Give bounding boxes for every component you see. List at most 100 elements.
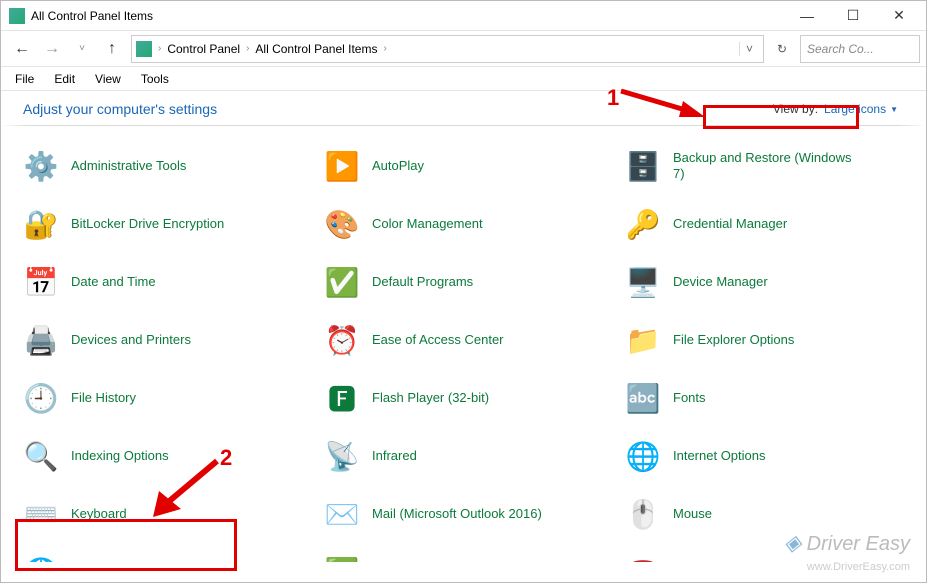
- cp-item-phone-and-modem[interactable]: ☎️Phone and Modem: [621, 550, 916, 562]
- menu-bar: File Edit View Tools: [1, 67, 926, 91]
- menu-file[interactable]: File: [5, 72, 44, 86]
- cp-item-label: Keyboard: [71, 506, 127, 522]
- date-and-time-icon: 📅: [23, 264, 59, 300]
- nvidia-control-panel-icon: 🟩: [324, 554, 360, 562]
- cp-item-mail-microsoft-outlook-2016[interactable]: ✉️ Mail (Microsoft Outlook 2016): [320, 492, 615, 536]
- cp-item-label: Color Management: [372, 216, 483, 232]
- ease-of-access-center-icon: ⏰: [324, 322, 360, 358]
- cp-item-nvidia-control-panel[interactable]: 🟩NVIDIA Control Panel: [320, 550, 615, 562]
- cp-item-label: Indexing Options: [71, 448, 169, 464]
- view-by-label: View by:: [773, 102, 818, 116]
- cp-item-color-management[interactable]: 🎨 Color Management: [320, 202, 615, 246]
- breadcrumb-sep[interactable]: ›: [156, 43, 163, 54]
- cp-item-ease-of-access-center[interactable]: ⏰ Ease of Access Center: [320, 318, 615, 362]
- forward-button[interactable]: →: [37, 34, 67, 64]
- cp-item-flash-player-32-bit[interactable]: 🅵Flash Player (32-bit): [320, 376, 615, 420]
- up-button[interactable]: ↑: [97, 34, 127, 64]
- control-panel-icon: [9, 8, 25, 24]
- title-bar: All Control Panel Items — ☐ ✕: [1, 1, 926, 31]
- view-by-value: Large icons: [824, 102, 886, 116]
- color-management-icon: 🎨: [324, 206, 360, 242]
- bitlocker-drive-encryption-icon: 🔐: [23, 206, 59, 242]
- menu-tools[interactable]: Tools: [131, 72, 179, 86]
- page-heading: Adjust your computer's settings: [23, 101, 767, 117]
- fonts-icon: 🔤: [625, 380, 661, 416]
- minimize-button[interactable]: —: [784, 1, 830, 31]
- mail-microsoft-outlook-2016-icon: ✉️: [324, 496, 360, 532]
- close-button[interactable]: ✕: [876, 1, 922, 31]
- default-programs-icon: ✅: [324, 264, 360, 300]
- recent-locations-button[interactable]: ˅: [67, 34, 97, 64]
- view-by-selector[interactable]: View by: Large icons ▼: [767, 101, 904, 117]
- cp-item-label: Device Manager: [673, 274, 768, 290]
- cp-item-devices-and-printers[interactable]: 🖨️ Devices and Printers: [19, 318, 314, 362]
- nav-bar: ← → ˅ ↑ › Control Panel › All Control Pa…: [1, 31, 926, 67]
- address-dropdown-button[interactable]: ˅: [739, 42, 759, 56]
- menu-edit[interactable]: Edit: [44, 72, 85, 86]
- cp-item-label: Mail (Microsoft Outlook 2016): [372, 506, 542, 522]
- cp-item-credential-manager[interactable]: 🔑 Credential Manager: [621, 202, 916, 246]
- backup-and-restore-windows-7-icon: 🗄️: [625, 148, 661, 184]
- cp-item-infrared[interactable]: 📡 Infrared: [320, 434, 615, 478]
- keyboard-icon: ⌨️: [23, 496, 59, 532]
- flash-player-32-bit-icon: 🅵: [324, 380, 360, 416]
- cp-item-label: Default Programs: [372, 274, 473, 290]
- breadcrumb-control-panel[interactable]: Control Panel: [163, 42, 244, 56]
- cp-item-network-and-sharing-center[interactable]: 🌐Network and Sharing Center: [19, 550, 314, 562]
- cp-item-label: BitLocker Drive Encryption: [71, 216, 224, 232]
- administrative-tools-icon: ⚙️: [23, 148, 59, 184]
- address-bar[interactable]: › Control Panel › All Control Panel Item…: [131, 35, 764, 63]
- autoplay-icon: ▶️: [324, 148, 360, 184]
- search-input[interactable]: Search Co...: [800, 35, 920, 63]
- cp-item-device-manager[interactable]: 🖥️ Device Manager: [621, 260, 916, 304]
- indexing-options-icon: 🔍: [23, 438, 59, 474]
- content-area: ⚙️ Administrative Tools ▶️ AutoPlay 🗄️ Backup…: [1, 126, 926, 562]
- maximize-button[interactable]: ☐: [830, 1, 876, 31]
- cp-item-file-history[interactable]: 🕘 File History: [19, 376, 314, 420]
- refresh-button[interactable]: ↻: [768, 35, 796, 63]
- cp-item-label: File Explorer Options: [673, 332, 794, 348]
- network-and-sharing-center-icon: 🌐: [23, 554, 59, 562]
- cp-item-bitlocker-drive-encryption[interactable]: 🔐 BitLocker Drive Encryption: [19, 202, 314, 246]
- cp-item-mouse[interactable]: 🖱️ Mouse: [621, 492, 916, 536]
- cp-item-keyboard[interactable]: ⌨️ Keyboard: [19, 492, 314, 536]
- credential-manager-icon: 🔑: [625, 206, 661, 242]
- internet-options-icon: 🌐: [625, 438, 661, 474]
- cp-item-label: Infrared: [372, 448, 417, 464]
- breadcrumb-sep[interactable]: ›: [244, 43, 251, 54]
- search-placeholder: Search Co...: [807, 42, 874, 56]
- cp-item-label: Fonts: [673, 390, 706, 406]
- cp-item-label: Internet Options: [673, 448, 766, 464]
- cp-item-label: File History: [71, 390, 136, 406]
- cp-item-label: Devices and Printers: [71, 332, 191, 348]
- back-button[interactable]: ←: [7, 34, 37, 64]
- file-history-icon: 🕘: [23, 380, 59, 416]
- breadcrumb-all-items[interactable]: All Control Panel Items: [251, 42, 381, 56]
- mouse-icon: 🖱️: [625, 496, 661, 532]
- cp-item-default-programs[interactable]: ✅ Default Programs: [320, 260, 615, 304]
- breadcrumb-sep[interactable]: ›: [381, 43, 388, 54]
- phone-and-modem-icon: ☎️: [625, 554, 661, 562]
- cp-item-internet-options[interactable]: 🌐 Internet Options: [621, 434, 916, 478]
- address-bar-icon: [136, 41, 152, 57]
- menu-view[interactable]: View: [85, 72, 131, 86]
- cp-item-date-and-time[interactable]: 📅 Date and Time: [19, 260, 314, 304]
- cp-item-label: AutoPlay: [372, 158, 424, 174]
- chevron-down-icon: ▼: [890, 105, 898, 114]
- cp-item-label: Credential Manager: [673, 216, 787, 232]
- devices-and-printers-icon: 🖨️: [23, 322, 59, 358]
- cp-item-label: Mouse: [673, 506, 712, 522]
- cp-item-file-explorer-options[interactable]: 📁File Explorer Options: [621, 318, 916, 362]
- device-manager-icon: 🖥️: [625, 264, 661, 300]
- cp-item-administrative-tools[interactable]: ⚙️ Administrative Tools: [19, 144, 314, 188]
- cp-item-label: Date and Time: [71, 274, 156, 290]
- cp-item-label: Ease of Access Center: [372, 332, 504, 348]
- window-title: All Control Panel Items: [31, 9, 784, 23]
- cp-item-label: Administrative Tools: [71, 158, 186, 174]
- cp-item-indexing-options[interactable]: 🔍 Indexing Options: [19, 434, 314, 478]
- cp-item-label: Backup and Restore (Windows 7): [673, 150, 863, 183]
- cp-item-fonts[interactable]: 🔤 Fonts: [621, 376, 916, 420]
- cp-item-autoplay[interactable]: ▶️ AutoPlay: [320, 144, 615, 188]
- cp-item-backup-and-restore-windows-7[interactable]: 🗄️ Backup and Restore (Windows 7): [621, 144, 916, 188]
- infrared-icon: 📡: [324, 438, 360, 474]
